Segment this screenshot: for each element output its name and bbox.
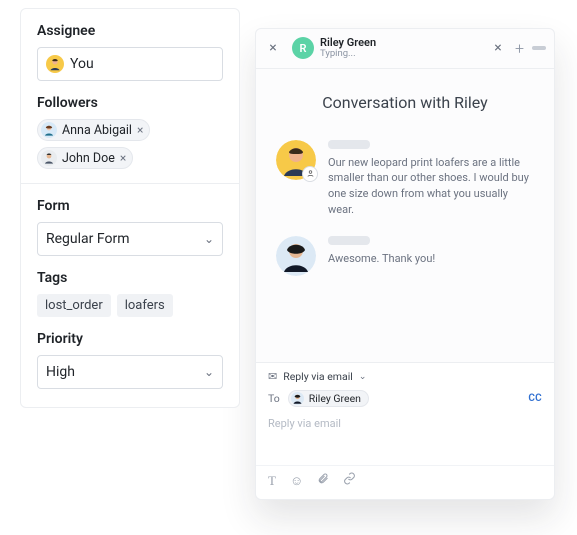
priority-value: High — [46, 364, 75, 380]
recipient-chip[interactable]: Riley Green — [288, 390, 369, 407]
remove-icon[interactable]: × — [137, 123, 143, 137]
follower-chip[interactable]: Anna Abigail × — [37, 119, 150, 141]
tags-section: Tags lost_order loafers — [37, 270, 223, 317]
close-icon[interactable]: × — [264, 40, 282, 56]
reply-channel-select[interactable]: ✉ Reply via email ⌄ — [256, 363, 554, 388]
avatar — [46, 55, 64, 73]
form-section: Form Regular Form ⌄ — [37, 198, 223, 256]
tab-status: Typing... — [320, 49, 376, 59]
assignee-section: Assignee You — [37, 23, 223, 81]
chevron-down-icon: ⌄ — [359, 372, 367, 382]
minimize-icon[interactable] — [532, 46, 546, 50]
composer-toolbar: T ☺ — [256, 465, 554, 499]
form-value: Regular Form — [46, 231, 129, 247]
sender-name-placeholder — [328, 140, 370, 149]
followers-list: Anna Abigail × John Doe × — [37, 119, 223, 169]
divider — [21, 183, 239, 184]
conversation-tabbar: × R Riley Green Typing... × + — [256, 29, 554, 69]
priority-label: Priority — [37, 331, 223, 347]
conversation-body: Conversation with Riley Our new leopard … — [256, 69, 554, 362]
followers-label: Followers — [37, 95, 223, 111]
cc-button[interactable]: CC — [528, 393, 542, 404]
follower-chip[interactable]: John Doe × — [37, 147, 133, 169]
attachment-icon[interactable] — [317, 472, 329, 489]
avatar-wrap — [276, 140, 316, 180]
tabbar-actions: × + — [489, 39, 546, 58]
form-label: Form — [37, 198, 223, 214]
conversation-panel: × R Riley Green Typing... × + Conversati… — [255, 28, 555, 500]
chevron-down-icon: ⌄ — [204, 365, 214, 379]
form-select[interactable]: Regular Form ⌄ — [37, 222, 223, 256]
to-label: To — [268, 392, 280, 405]
close-tab-icon[interactable]: × — [489, 40, 507, 56]
avatar — [291, 392, 304, 405]
tags-list: lost_order loafers — [37, 294, 223, 317]
avatar — [41, 122, 57, 138]
message-text: Awesome. Thank you! — [328, 251, 534, 267]
tag-chip[interactable]: lost_order — [37, 294, 111, 317]
link-icon[interactable] — [343, 472, 356, 489]
message: Our new leopard print loafers are a litt… — [276, 140, 534, 219]
tags-label: Tags — [37, 270, 223, 286]
conversation-tab[interactable]: R Riley Green Typing... — [288, 35, 380, 62]
priority-section: Priority High ⌄ — [37, 331, 223, 389]
ticket-properties-panel: Assignee You Followers Anna Abigail × Jo… — [20, 8, 240, 408]
avatar-wrap — [276, 236, 316, 276]
recipient-name: Riley Green — [309, 392, 361, 405]
assignee-field[interactable]: You — [37, 47, 223, 81]
sender-name-placeholder — [328, 236, 370, 245]
followers-section: Followers Anna Abigail × John Doe × — [37, 95, 223, 169]
tag-chip[interactable]: loafers — [117, 294, 173, 317]
envelope-icon: ✉ — [268, 370, 277, 383]
follower-name: John Doe — [62, 151, 115, 166]
to-row: To Riley Green CC — [256, 388, 554, 413]
add-tab-icon[interactable]: + — [515, 39, 524, 58]
chevron-down-icon: ⌄ — [204, 232, 214, 246]
text-format-icon[interactable]: T — [268, 473, 276, 489]
avatar — [41, 150, 57, 166]
avatar — [276, 236, 316, 276]
message-text: Our new leopard print loafers are a litt… — [328, 155, 534, 219]
emoji-icon[interactable]: ☺ — [290, 473, 303, 489]
reply-textarea[interactable]: Reply via email — [256, 413, 554, 465]
conversation-title: Conversation with Riley — [276, 93, 534, 112]
remove-icon[interactable]: × — [120, 151, 126, 165]
follower-name: Anna Abigail — [62, 123, 132, 138]
person-icon — [302, 166, 318, 182]
message: Awesome. Thank you! — [276, 236, 534, 276]
assignee-label: Assignee — [37, 23, 223, 39]
reply-composer: ✉ Reply via email ⌄ To Riley Green CC Re… — [256, 362, 554, 499]
assignee-value: You — [70, 56, 94, 72]
reply-channel-label: Reply via email — [283, 370, 353, 383]
priority-select[interactable]: High ⌄ — [37, 355, 223, 389]
avatar: R — [292, 37, 314, 59]
